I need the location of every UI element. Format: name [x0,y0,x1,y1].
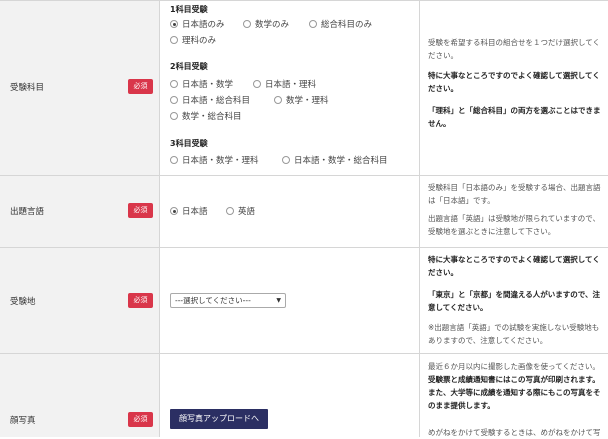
label-cell-language: 出題言語 必須 [0,176,160,247]
radio-japanese-math[interactable]: 日本語・数学 [170,78,233,90]
radio-math-general[interactable]: 数学・総合科目 [170,110,242,122]
venue-input: ---選択してください--- ▼ [161,248,420,353]
subject-label: 受験科目 [10,83,45,93]
label-cell-photo: 顔写真 必須 [0,354,160,437]
note-important: 受験票と成績通知書にはこの写真が印刷されます。また、大学等に成績を通知する際にも… [428,375,601,410]
language-label: 出題言語 [10,207,45,217]
label-cell-subject: 受験科目 必須 [0,1,160,175]
note-text: 出題言語「英語」は受験地が限られていますので、受験地を選ぶときに注意して下さい。 [428,214,600,236]
required-badge: 必須 [128,79,153,94]
radio-selected-icon [170,20,178,28]
radio-icon [282,156,290,164]
row-language: 出題言語 必須 日本語 英語 受験科目「日本語のみ」を受験する場合、出題言語は「… [0,176,608,248]
note-text: 受験を希望する科目の組合せを１つだけ選択してください。 [428,38,601,60]
option-label: 日本語・理科 [265,80,317,90]
group-title-three-subjects: 3科目受験 [170,139,208,148]
option-label: 数学・理科 [286,96,329,106]
option-label: 数学・総合科目 [182,112,242,122]
radio-japanese-general[interactable]: 日本語・総合科目 [170,94,250,106]
option-label: 日本語のみ [182,20,225,30]
venue-notes: 特に大事なところですのでよく確認して選択してください。 「東京」と「京都」を間違… [421,248,608,353]
radio-icon [170,36,178,44]
note-warning: 「東京」と「京都」を間違える人がいますので、注意してください。 [428,290,600,312]
note-important: 特に大事なところですのでよく確認して選択してください。 [428,71,600,93]
photo-input: 顔写真アップロードへ [161,354,420,437]
note-warning: 「理科」と「総合科目」の両方を選ぶことはできません。 [428,106,601,128]
option-label: 日本語・総合科目 [182,96,251,106]
radio-icon [243,20,251,28]
radio-japanese[interactable]: 日本語 [170,205,208,217]
photo-upload-button[interactable]: 顔写真アップロードへ [170,409,268,429]
required-badge: 必須 [128,293,153,308]
language-notes: 受験科目「日本語のみ」を受験する場合、出題言語は「日本語」です。 出題言語「英語… [421,176,608,247]
required-badge: 必須 [128,412,153,427]
language-options: 日本語 英語 [161,176,420,247]
radio-math-only[interactable]: 数学のみ [243,18,289,30]
option-label: 日本語・数学・総合科目 [294,156,388,166]
radio-selected-icon [170,207,178,215]
radio-japanese-math-general[interactable]: 日本語・数学・総合科目 [282,154,388,166]
option-label: 理科のみ [182,36,217,46]
radio-icon [253,80,261,88]
subject-options: 1科目受験 日本語のみ 数学のみ 総合科目のみ 理科のみ 2科目受験 日本語・数… [161,1,420,175]
photo-notes: 最近６か月以内に撮影した画像を使ってください。 受験票と成績通知書にはこの写真が… [421,354,608,437]
radio-general-only[interactable]: 総合科目のみ [309,18,372,30]
note-text: 受験科目「日本語のみ」を受験する場合、出題言語は「日本語」です。 [428,183,601,205]
photo-label: 顔写真 [10,416,36,426]
chevron-down-icon: ▼ [276,297,281,304]
radio-icon [309,20,317,28]
note-text: めがねをかけて受験するときは、めがねをかけて写 [428,428,601,437]
note-text: ※出題言語「英語」での試験を実施しない受験地もありますので、注意してください。 [428,323,600,345]
radio-icon [170,112,178,120]
application-form: 受験科目 必須 1科目受験 日本語のみ 数学のみ 総合科目のみ 理科のみ 2科目… [0,0,608,437]
option-label: 英語 [238,207,256,217]
option-label: 日本語・数学 [182,80,234,90]
radio-english[interactable]: 英語 [226,205,255,217]
row-subject: 受験科目 必須 1科目受験 日本語のみ 数学のみ 総合科目のみ 理科のみ 2科目… [0,1,608,176]
label-cell-venue: 受験地 必須 [0,248,160,353]
option-label: 日本語・数学・理科 [182,156,259,166]
group-title-two-subjects: 2科目受験 [170,62,208,71]
note-text: 最近６か月以内に撮影した画像を使ってください。 [428,362,600,371]
group-title-one-subject: 1科目受験 [170,5,208,14]
venue-label: 受験地 [10,297,36,307]
venue-select[interactable]: ---選択してください--- ▼ [170,293,286,308]
select-value: ---選択してください--- [175,296,251,305]
option-label: 数学のみ [255,20,290,30]
radio-science-only[interactable]: 理科のみ [170,34,216,46]
row-photo: 顔写真 必須 顔写真アップロードへ 最近６か月以内に撮影した画像を使ってください… [0,354,608,437]
radio-icon [274,96,282,104]
option-label: 日本語 [182,207,208,217]
note-important: 特に大事なところですのでよく確認して選択してください。 [428,255,600,277]
subject-notes: 受験を希望する科目の組合せを１つだけ選択してください。 特に大事なところですので… [421,1,608,175]
radio-japanese-science[interactable]: 日本語・理科 [253,78,316,90]
radio-japanese-math-science[interactable]: 日本語・数学・理科 [170,154,259,166]
radio-icon [170,80,178,88]
radio-math-science[interactable]: 数学・理科 [274,94,329,106]
row-venue: 受験地 必須 ---選択してください--- ▼ 特に大事なところですのでよく確認… [0,248,608,354]
radio-icon [170,156,178,164]
option-label: 総合科目のみ [321,20,373,30]
radio-japanese-only[interactable]: 日本語のみ [170,18,225,30]
radio-icon [170,96,178,104]
required-badge: 必須 [128,203,153,218]
radio-icon [226,207,234,215]
